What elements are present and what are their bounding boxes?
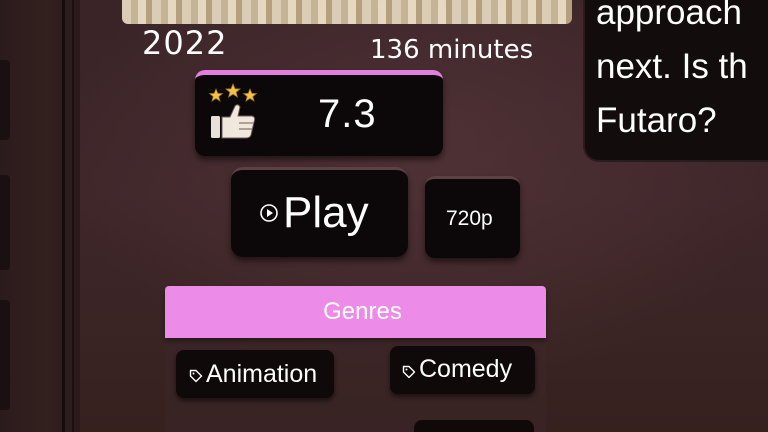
play-circle-icon[interactable] [259, 203, 279, 223]
genre-chip-partial[interactable] [414, 420, 534, 432]
description-text: approach next. Is th Futaro? [596, 0, 768, 148]
rail-tab [0, 60, 10, 140]
left-rail [0, 0, 80, 432]
release-year: 2022 [142, 24, 228, 62]
rail-tab [0, 175, 10, 270]
tag-icon [189, 369, 203, 383]
rail-tab [0, 300, 10, 410]
rail-divider [72, 0, 74, 432]
movie-detail-scene: 2022 136 minutes approach next. Is th Fu… [0, 0, 768, 432]
genre-label-animation[interactable]: Animation [206, 360, 317, 389]
rating-value: 7.3 [318, 92, 377, 136]
runtime: 136 minutes [370, 35, 534, 65]
tag-icon [402, 365, 416, 379]
poster-image [122, 0, 572, 24]
rail-divider [62, 0, 65, 432]
description-line: Futaro? [596, 101, 717, 140]
description-line: approach [596, 0, 742, 32]
play-button-label[interactable]: Play [283, 188, 369, 238]
genres-header-label: Genres [323, 298, 402, 325]
description-line: next. Is th [596, 47, 748, 86]
quality-button-label[interactable]: 720p [446, 207, 493, 231]
genre-label-comedy[interactable]: Comedy [419, 355, 512, 384]
thumbs-up-stars-icon [208, 82, 258, 139]
